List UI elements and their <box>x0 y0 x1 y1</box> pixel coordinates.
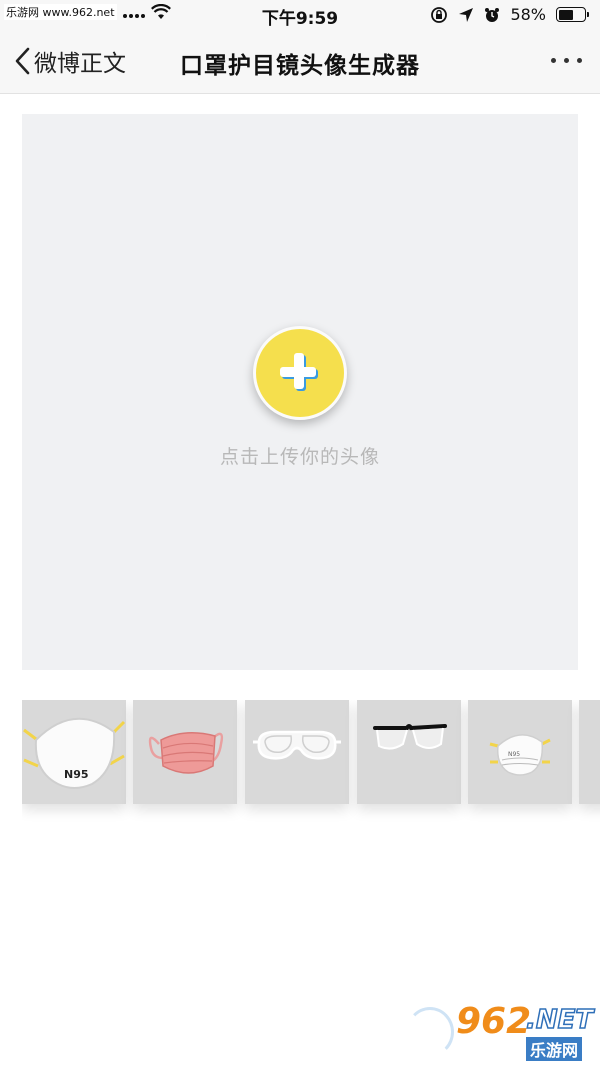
small-n95-mask-sticker[interactable]: N95 <box>468 700 572 804</box>
more-options-icon[interactable] <box>551 58 582 63</box>
sticker-row[interactable]: N95 N95 <box>22 700 600 830</box>
battery-icon <box>556 7 589 22</box>
corner-watermark-logo: 962 .NET 乐游网 <box>406 1001 596 1061</box>
battery-fill <box>558 9 573 20</box>
avatar-upload-area[interactable]: 点击上传你的头像 <box>22 114 578 670</box>
battery-percent: 58% <box>510 5 546 24</box>
alarm-icon <box>485 7 500 22</box>
rotation-lock-icon <box>431 6 448 23</box>
n95-label: N95 <box>64 768 89 781</box>
small-n95-label: N95 <box>508 751 520 758</box>
page-title: 口罩护目镜头像生成器 <box>180 53 420 79</box>
safety-glasses-sticker[interactable] <box>357 700 461 804</box>
nav-bar: 微博正文 口罩护目镜头像生成器 <box>0 30 600 94</box>
goggles-sticker[interactable] <box>245 700 349 804</box>
watermark-suffix: .NET <box>525 1004 594 1036</box>
upload-avatar-button[interactable] <box>253 326 347 420</box>
location-icon <box>459 7 474 22</box>
upload-hint: 点击上传你的头像 <box>219 446 380 468</box>
status-bar: 乐游网 www.962.net 下午9:59 58% <box>0 0 600 30</box>
pink-surgical-mask-sticker[interactable] <box>133 700 237 804</box>
partial-sticker[interactable] <box>579 700 600 804</box>
watermark-number: 962 <box>456 1001 532 1042</box>
n95-mask-sticker[interactable]: N95 <box>22 700 126 804</box>
watermark-site-name: 乐游网 <box>526 1037 583 1061</box>
watermark-swoosh-icon <box>406 1007 454 1057</box>
status-right: 58% <box>430 5 589 24</box>
plus-icon <box>280 353 318 391</box>
